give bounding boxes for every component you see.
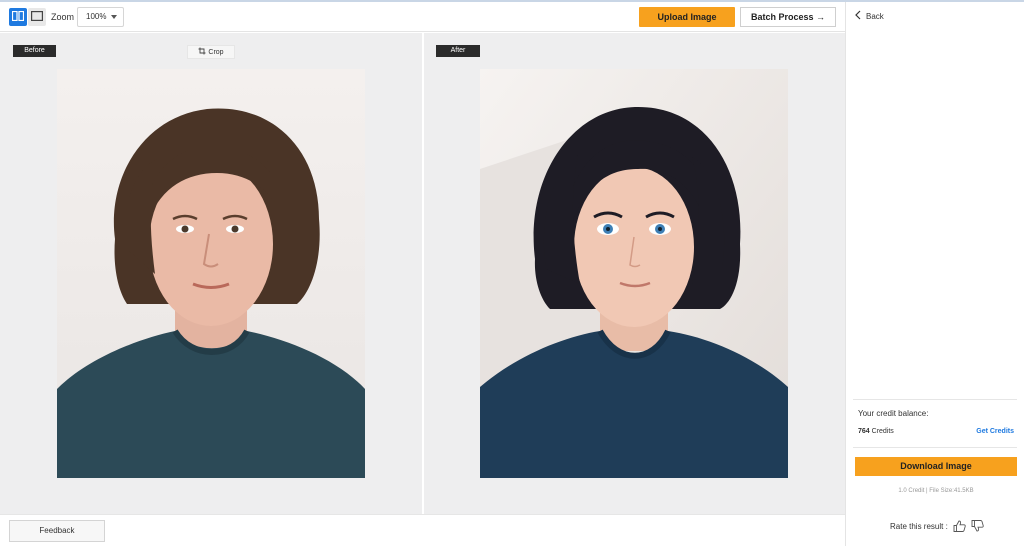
file-info: 1.0 Credit | File Size:41.5KB	[898, 488, 974, 494]
back-button[interactable]: Back	[855, 10, 884, 22]
upload-image-button[interactable]: Upload Image	[639, 7, 735, 27]
after-tag: After	[436, 45, 480, 57]
credit-number: 764	[858, 428, 870, 435]
panel-separator	[853, 399, 1017, 400]
after-image	[480, 69, 788, 478]
back-label: Back	[866, 11, 884, 21]
get-credits-link[interactable]: Get Credits	[976, 428, 1014, 435]
result-panel: Back Your credit balance: 764 Credits Ge…	[845, 2, 1024, 546]
credit-unit: Credits	[869, 428, 894, 435]
bottom-bar: Feedback	[0, 514, 845, 546]
chevron-left-icon	[855, 10, 861, 22]
single-view-button[interactable]	[28, 8, 46, 26]
zoom-select[interactable]: 100%	[77, 7, 124, 27]
single-view-icon	[31, 10, 44, 24]
before-image	[57, 69, 365, 478]
split-view-button[interactable]	[9, 8, 27, 26]
compare-workspace: Before Crop After	[0, 33, 845, 514]
panel-divider	[422, 33, 424, 514]
rate-label: Rate this result :	[890, 521, 948, 531]
crop-label: Crop	[208, 48, 224, 56]
toolbar: Zoom 100% Upload Image Batch Process →	[0, 2, 845, 32]
zoom-value: 100%	[86, 12, 107, 21]
feedback-button[interactable]: Feedback	[9, 520, 105, 542]
chevron-down-icon	[111, 15, 117, 19]
crop-icon	[198, 47, 206, 57]
credit-balance-label: Your credit balance:	[858, 409, 929, 418]
batch-process-button[interactable]: Batch Process →	[740, 7, 836, 27]
crop-button[interactable]: Crop	[187, 45, 235, 59]
before-tag: Before	[13, 45, 56, 57]
thumbs-down-icon[interactable]	[971, 520, 984, 532]
download-image-button[interactable]: Download Image	[855, 457, 1017, 476]
zoom-label: Zoom	[51, 12, 75, 22]
credit-count: 764 Credits	[858, 428, 894, 435]
thumbs-up-icon[interactable]	[953, 520, 966, 532]
panel-separator	[853, 447, 1017, 448]
split-view-icon	[11, 10, 25, 24]
rate-row: Rate this result :	[890, 520, 984, 532]
